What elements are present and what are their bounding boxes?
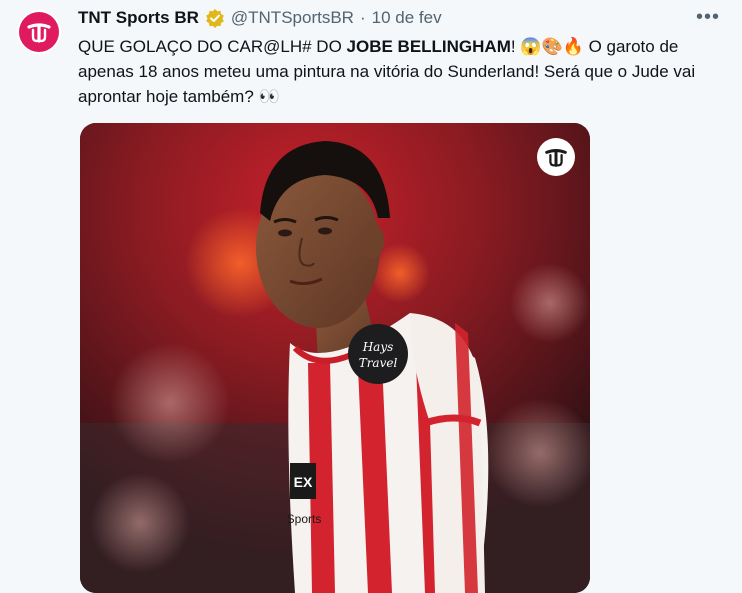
avatar[interactable] bbox=[17, 10, 61, 54]
tweet-text-part1: QUE GOLAÇO DO CAR@LH# DO bbox=[78, 37, 347, 56]
sponsor-patch-text-2: Travel bbox=[359, 356, 398, 370]
tweet-text-bold: JOBE BELLINGHAM bbox=[346, 37, 511, 56]
tweet-text: QUE GOLAÇO DO CAR@LH# DO JOBE BELLINGHAM… bbox=[78, 34, 728, 109]
separator: · bbox=[359, 8, 366, 27]
shirt-sponsor-text-2: Sports bbox=[287, 512, 322, 526]
tweet-date[interactable]: 10 de fev bbox=[372, 8, 442, 28]
verified-badge-icon bbox=[205, 8, 225, 28]
more-options-icon[interactable]: ••• bbox=[696, 6, 720, 29]
tweet-text-part2: ! bbox=[510, 37, 521, 56]
tnt-logo-icon bbox=[19, 12, 59, 52]
emoji-group-1: 😱🎨🔥 bbox=[520, 37, 584, 56]
tweet-header: TNT Sports BR @TNTSportsBR · 10 de fev bbox=[78, 8, 442, 28]
sponsor-patch-text-1: Hays bbox=[362, 340, 394, 354]
author-handle[interactable]: @TNTSportsBR bbox=[231, 8, 354, 28]
author-name[interactable]: TNT Sports BR bbox=[78, 8, 199, 28]
tweet-media-photo[interactable]: Hays Travel EX Sports bbox=[80, 123, 590, 593]
shirt-sponsor-text-1: EX bbox=[294, 474, 313, 490]
player-photo: Hays Travel EX Sports bbox=[80, 123, 590, 593]
tnt-watermark-icon bbox=[537, 138, 575, 176]
emoji-eyes: 👀 bbox=[258, 87, 280, 106]
